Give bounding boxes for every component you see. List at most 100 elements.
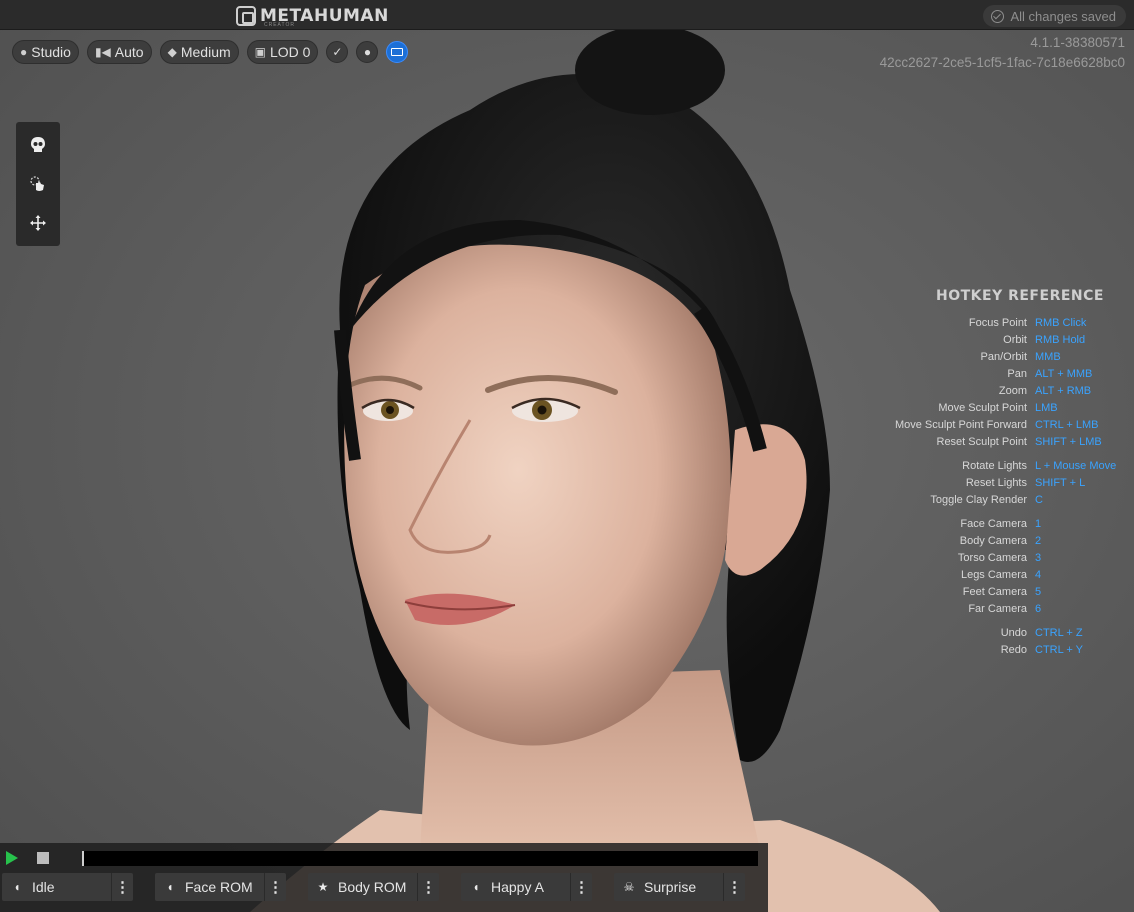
- dna-icon: ✓: [332, 45, 343, 59]
- hotkey-key: MMB: [1035, 350, 1061, 363]
- face-tool-button[interactable]: [27, 134, 49, 156]
- timeline-scrubber[interactable]: [82, 851, 758, 866]
- more-options-icon[interactable]: ⋮: [570, 873, 592, 901]
- diamond-icon: ◆: [167, 45, 177, 59]
- hotkey-row: Torso Camera 3: [880, 549, 1130, 566]
- hotkey-label: Move Sculpt Point Forward: [894, 418, 1027, 431]
- hotkey-row: Pan/Orbit MMB: [880, 348, 1130, 365]
- hotkey-row: Zoom ALT + RMB: [880, 382, 1130, 399]
- hotkey-label: Far Camera: [968, 602, 1027, 615]
- animation-preset-label: Body ROM: [338, 879, 407, 895]
- hotkey-key: RMB Hold: [1035, 333, 1086, 346]
- hotkey-groups: Focus Point RMB Click Orbit RMB Hold Pan/Orb…: [880, 314, 1130, 658]
- hotkey-reference-toggle[interactable]: [386, 41, 409, 63]
- hotkey-group: Focus Point RMB Click Orbit RMB Hold Pan/Orb…: [880, 314, 1130, 450]
- lighting-label: Studio: [31, 44, 71, 60]
- stop-button[interactable]: [37, 852, 49, 864]
- hotkey-row: Face Camera 1: [880, 515, 1130, 532]
- hotkey-reference-title: HOTKEY REFERENCE: [936, 288, 1104, 304]
- hotkey-label: Torso Camera: [957, 551, 1027, 564]
- check-circle-icon: [991, 9, 1005, 23]
- move-arrows-icon: [30, 215, 46, 231]
- animation-preset-button[interactable]: ★ Body ROM ⋮: [308, 873, 439, 901]
- metahuman-logo: METAHUMAN CREATOR: [236, 5, 389, 28]
- save-status-badge: All changes saved: [983, 5, 1126, 27]
- hotkey-row: Pan ALT + MMB: [880, 365, 1130, 382]
- hotkey-group: Face Camera 1 Body Camera 2 Torso Camera 3 Leg…: [880, 515, 1130, 617]
- hotkey-key: 4: [1035, 568, 1042, 581]
- hotkey-label: Pan/Orbit: [980, 350, 1027, 363]
- lod-button[interactable]: ▣ LOD 0: [246, 40, 319, 64]
- more-options-icon[interactable]: ⋮: [417, 873, 439, 901]
- hotkey-key: 2: [1035, 534, 1042, 547]
- hotkey-label: Zoom: [998, 384, 1027, 397]
- hotkey-label: Reset Sculpt Point: [936, 435, 1028, 448]
- hotkey-label: Redo: [1000, 643, 1027, 656]
- hotkey-group: Undo CTRL + Z Redo CTRL + Y: [880, 624, 1130, 658]
- hotkey-key: CTRL + LMB: [1035, 418, 1099, 431]
- skull-icon: [31, 137, 45, 152]
- hotkey-key: CTRL + Z: [1035, 626, 1083, 639]
- dna-toggle[interactable]: ✓: [326, 41, 349, 63]
- quality-button[interactable]: ◆ Medium: [159, 40, 239, 64]
- hotkey-row: Toggle Clay Render C: [880, 491, 1130, 508]
- metahuman-logo-icon: [236, 6, 256, 26]
- sphere-icon: ●: [363, 45, 372, 59]
- hotkey-label: Rotate Lights: [962, 459, 1027, 472]
- camera-button[interactable]: ▮◀ Auto: [86, 40, 152, 64]
- keyboard-icon: [391, 48, 404, 56]
- animation-preset-button[interactable]: ◖ Happy A ⋮: [461, 873, 592, 901]
- build-info: 4.1.1-38380571 42cc2627-2ce5-1cf5-1fac-7…: [880, 33, 1125, 73]
- hotkey-key: 1: [1035, 517, 1042, 530]
- lightbulb-icon: ●: [20, 45, 28, 59]
- hotkey-row: Far Camera 6: [880, 600, 1130, 617]
- hotkey-key: 3: [1035, 551, 1042, 564]
- hotkey-label: Legs Camera: [960, 568, 1027, 581]
- running-figure-icon: ★: [317, 880, 329, 894]
- animation-preset-label: Idle: [32, 879, 55, 895]
- hotkey-key: SHIFT + L: [1035, 476, 1086, 489]
- clay-render-toggle[interactable]: ●: [356, 41, 379, 63]
- more-options-icon[interactable]: ⋮: [264, 873, 286, 901]
- hotkey-group: Rotate Lights L + Mouse Move Reset Lights S…: [880, 457, 1130, 508]
- hotkey-label: Face Camera: [960, 517, 1027, 530]
- face-icon: ◖: [166, 880, 174, 894]
- sculpt-tool-button[interactable]: [27, 173, 49, 195]
- cube-icon: ▣: [254, 45, 266, 59]
- hotkey-key: L + Mouse Move: [1035, 459, 1117, 472]
- hotkey-key: 5: [1035, 585, 1042, 598]
- animation-preset-button[interactable]: ◖ Idle ⋮: [2, 873, 133, 901]
- tool-palette: [16, 122, 60, 246]
- lighting-button[interactable]: ● Studio: [12, 40, 79, 64]
- camera-label: Auto: [114, 44, 144, 60]
- hotkey-row: Orbit RMB Hold: [880, 331, 1130, 348]
- hotkey-row: Legs Camera 4: [880, 566, 1130, 583]
- hotkey-row: Focus Point RMB Click: [880, 314, 1130, 331]
- hotkey-label: Focus Point: [968, 316, 1027, 329]
- hotkey-key: CTRL + Y: [1035, 643, 1083, 656]
- lod-label: LOD 0: [269, 44, 311, 60]
- move-tool-button[interactable]: [27, 212, 49, 234]
- hotkey-label: Pan: [1007, 367, 1027, 380]
- hotkey-label: Undo: [1000, 626, 1027, 639]
- version-text: 4.1.1-38380571: [1030, 35, 1125, 50]
- animation-preset-button[interactable]: ☠ Surprise ⋮: [614, 873, 745, 901]
- viewport-toolbar: ● Studio ▮◀ Auto ◆ Medium ▣ LOD 0 ✓ ●: [12, 40, 409, 64]
- hotkey-row: Undo CTRL + Z: [880, 624, 1130, 641]
- face-icon: ◖: [472, 880, 480, 894]
- logo-subtext: CREATOR: [264, 22, 295, 28]
- animation-preset-label: Face ROM: [185, 879, 253, 895]
- hotkey-reference-panel: HOTKEY REFERENCE Focus Point RMB Click Orb…: [880, 288, 1130, 665]
- hotkey-row: Move Sculpt Point Forward CTRL + LMB: [880, 416, 1130, 433]
- more-options-icon[interactable]: ⋮: [723, 873, 745, 901]
- more-options-icon[interactable]: ⋮: [111, 873, 133, 901]
- animation-preset-button[interactable]: ◖ Face ROM ⋮: [155, 873, 286, 901]
- hotkey-key: SHIFT + LMB: [1035, 435, 1102, 448]
- play-button[interactable]: [6, 851, 18, 865]
- hotkey-label: Move Sculpt Point: [938, 401, 1027, 414]
- hotkey-label: Toggle Clay Render: [930, 493, 1027, 506]
- hotkey-row: Move Sculpt Point LMB: [880, 399, 1130, 416]
- hotkey-label: Orbit: [1003, 333, 1027, 346]
- animation-preset-label: Happy A: [491, 879, 544, 895]
- animation-presets: ◖ Idle ⋮ ◖ Face ROM ⋮ ★ Body ROM ⋮ ◖ Happy A ⋮ ☠ Surp…: [2, 873, 745, 901]
